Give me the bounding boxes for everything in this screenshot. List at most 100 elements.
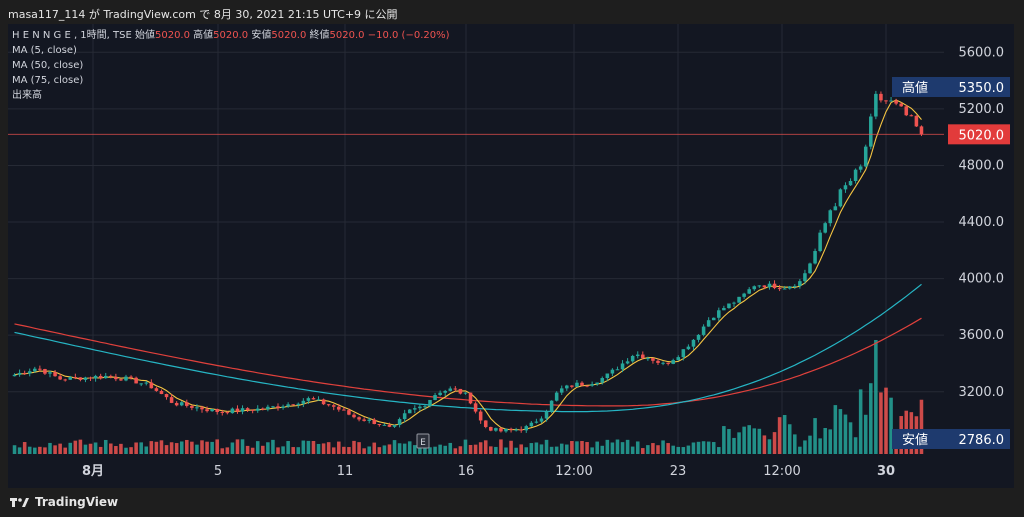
volume-bar (772, 432, 777, 454)
volume-bar (666, 443, 670, 454)
volume-bar (590, 447, 594, 454)
volume-bar (676, 446, 681, 454)
candle-body (367, 419, 371, 421)
candle-body (863, 146, 868, 167)
volume-bar (83, 444, 88, 454)
tradingview-logo-icon (10, 498, 29, 507)
volume-bar (109, 443, 113, 454)
indicator-ma50[interactable]: MA (50, close) (12, 58, 450, 73)
volume-bar (154, 441, 159, 454)
candle-body (306, 398, 311, 401)
candle-body (803, 273, 807, 282)
y-tick-label: 3200.0 (959, 385, 1005, 400)
candle (651, 357, 655, 364)
candle-body (271, 406, 275, 408)
candle-body (448, 388, 453, 391)
volume-bar (306, 440, 311, 454)
candle (139, 383, 143, 387)
candle-body (747, 289, 751, 294)
candle (331, 403, 336, 411)
candle-body (190, 405, 194, 408)
volume-bar (595, 441, 599, 454)
candle (565, 384, 569, 391)
candle (281, 404, 285, 410)
candle-body (413, 408, 417, 410)
candle-body (392, 425, 397, 427)
candle-body (397, 419, 402, 426)
candle-body (630, 355, 635, 362)
candle (914, 115, 919, 127)
candle (362, 417, 366, 422)
volume-bar (438, 444, 442, 454)
volume-bar (342, 446, 346, 454)
candle-body (767, 283, 772, 288)
footer: TradingView (10, 495, 118, 509)
volume-bar (200, 440, 204, 454)
volume-bar (635, 441, 640, 454)
volume-bar (205, 441, 209, 454)
volume-bar (316, 443, 321, 454)
candle (554, 391, 559, 402)
indicator-ma5[interactable]: MA (5, close) (12, 43, 450, 58)
candle-body (185, 402, 189, 406)
candle-body (590, 384, 594, 386)
candle-body (78, 377, 83, 380)
candle-body (63, 379, 67, 381)
volume-bar (757, 428, 762, 454)
candle (514, 427, 518, 432)
candle (93, 374, 98, 382)
candle-body (793, 285, 797, 287)
candle-body (250, 409, 255, 411)
candle (164, 393, 169, 400)
candle (103, 372, 108, 379)
candle (722, 305, 726, 311)
candle-body (149, 382, 154, 389)
y-tick-label: 5600.0 (959, 45, 1005, 60)
candle-body (88, 377, 93, 379)
volume-bar (73, 440, 78, 454)
x-axis-panel[interactable] (8, 454, 1014, 488)
candle (894, 98, 898, 106)
candle-body (286, 404, 290, 407)
candle (494, 427, 498, 432)
candle (245, 407, 250, 412)
candle-body (914, 115, 919, 127)
volume-bar (119, 443, 123, 454)
volume-bar (651, 443, 655, 454)
volume-bar (565, 444, 569, 454)
candle-body (418, 406, 422, 409)
tradingview-brand[interactable]: TradingView (35, 495, 118, 509)
volume-bar (600, 445, 605, 454)
candle-body (423, 406, 427, 408)
candle-body (600, 378, 605, 383)
current-price-tag: 5020.0 (948, 124, 1010, 145)
candle-body (489, 426, 493, 431)
candle-body (468, 392, 473, 404)
candle (772, 280, 777, 290)
indicator-ma75[interactable]: MA (75, close) (12, 73, 450, 88)
candle (671, 358, 675, 365)
candle (235, 405, 240, 414)
volume-bar (701, 441, 706, 454)
volume-bar (210, 441, 214, 454)
candle-body (717, 310, 721, 318)
volume-bar (12, 445, 17, 454)
volume-bar (357, 442, 361, 454)
candle-body (382, 424, 387, 426)
candle-body (316, 399, 321, 401)
volume-bar (671, 445, 675, 454)
candle (159, 389, 164, 395)
candle (190, 405, 194, 411)
volume-bar (793, 434, 797, 454)
candle (848, 178, 853, 186)
candle-body (742, 293, 746, 297)
candle-body (377, 424, 382, 426)
volume-bar (53, 445, 57, 454)
candle-body (732, 302, 736, 304)
indicator-volume[interactable]: 出来高 (12, 88, 450, 103)
candle (291, 404, 295, 406)
candle-body (559, 388, 564, 393)
candle (78, 377, 83, 382)
volume-bar (605, 439, 610, 454)
x-tick-label: 23 (670, 464, 687, 479)
